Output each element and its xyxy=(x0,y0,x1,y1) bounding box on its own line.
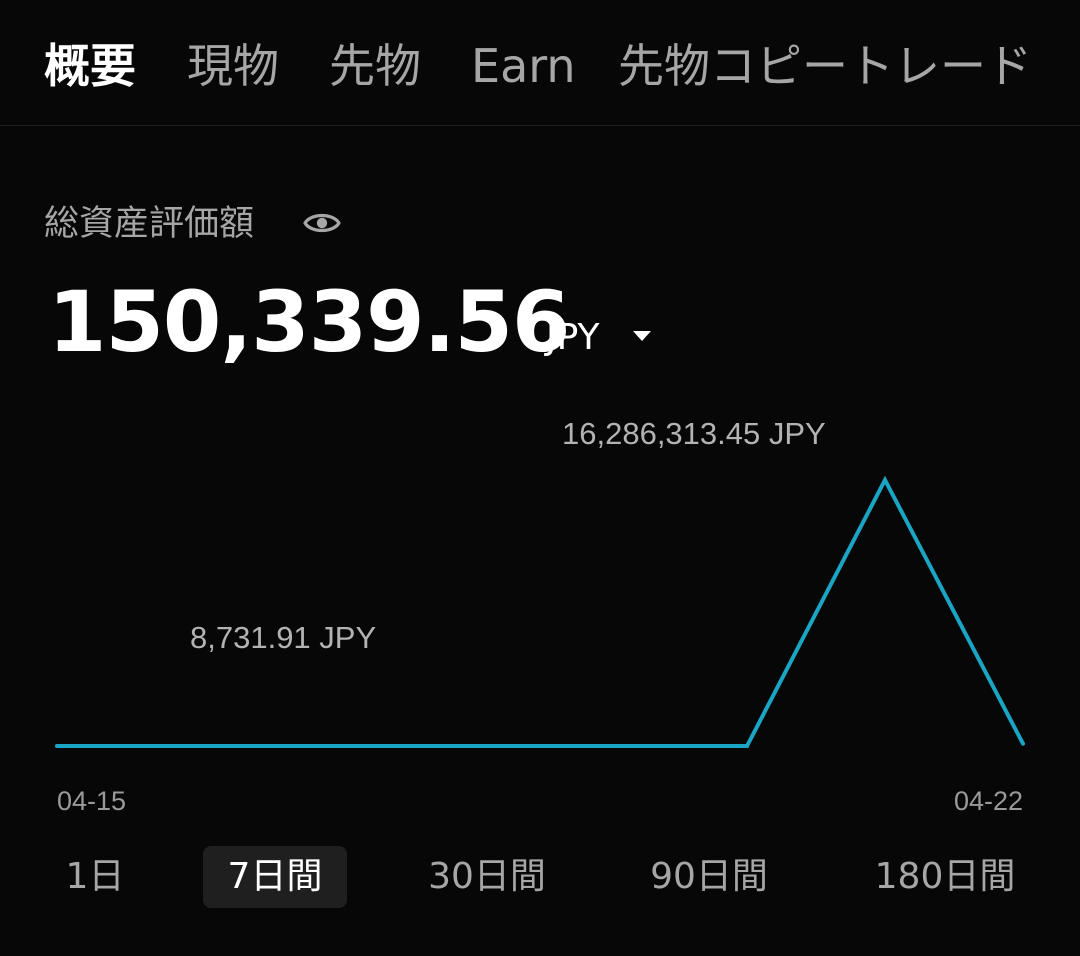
tab-spot[interactable]: 現物 xyxy=(187,36,279,96)
range-180d-button[interactable]: 180日間 xyxy=(862,846,1028,908)
time-range-selector: 1日 7日間 30日間 90日間 180日間 xyxy=(0,840,1080,920)
currency-selector[interactable]: JPY xyxy=(546,316,600,360)
tab-futures-copy-trade[interactable]: 先物コピートレード xyxy=(618,36,1032,96)
low-value-label: 8,731.91 JPY xyxy=(190,620,376,655)
total-asset-label: 総資産評価額 xyxy=(44,204,255,244)
asset-history-chart: 8,731.91 JPY 16,286,313.45 JPY 04-15 04-… xyxy=(55,416,1025,816)
peak-value-label: 16,286,313.45 JPY xyxy=(562,416,826,451)
range-1d-button[interactable]: 1日 xyxy=(52,846,138,908)
eye-icon[interactable] xyxy=(302,203,342,243)
tab-futures[interactable]: 先物 xyxy=(329,36,421,96)
range-90d-button[interactable]: 90日間 xyxy=(636,846,782,908)
chart-points xyxy=(56,479,1024,747)
range-30d-button[interactable]: 30日間 xyxy=(412,846,562,908)
caret-down-icon[interactable] xyxy=(632,329,652,343)
total-asset-value: 150,339.56 xyxy=(48,273,570,371)
tab-overview[interactable]: 概要 xyxy=(44,36,136,96)
start-date-label: 04-15 xyxy=(57,786,126,816)
asset-series-line xyxy=(55,475,1025,748)
tab-earn[interactable]: Earn xyxy=(471,36,576,96)
end-date-label: 04-22 xyxy=(954,786,1023,816)
top-tab-bar: 概要 現物 先物 Earn 先物コピートレード xyxy=(0,0,1080,126)
asset-overview-screen: 概要 現物 先物 Earn 先物コピートレード 総資産評価額 150,339.5… xyxy=(0,0,1080,956)
range-7d-button[interactable]: 7日間 xyxy=(203,846,347,908)
